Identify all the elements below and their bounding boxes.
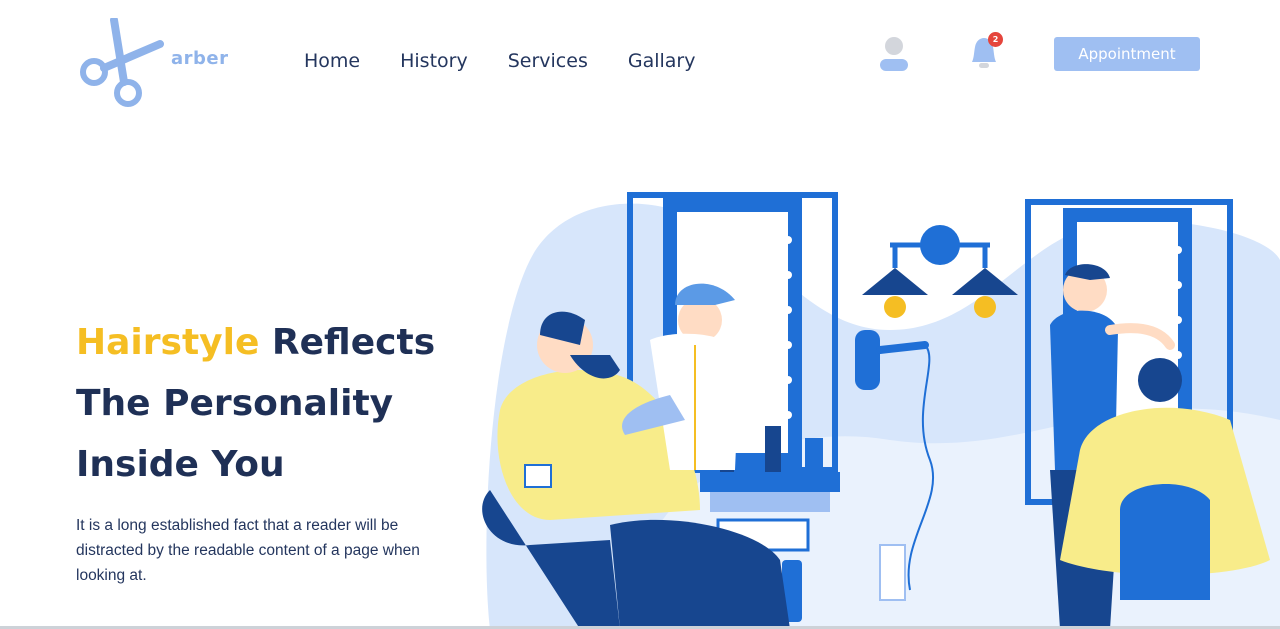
- scissors-icon: [80, 18, 164, 107]
- hero-title-rest: Reflects: [259, 322, 436, 363]
- brand-name: arber: [171, 48, 229, 69]
- hero-title-accent: Hairstyle: [76, 322, 260, 363]
- hero-title-line-2: The Personality: [76, 383, 394, 424]
- hero-title-line-3: Inside You: [76, 444, 285, 485]
- main-nav: Home History Services Gallary: [304, 50, 735, 72]
- user-icon[interactable]: [876, 34, 912, 74]
- appointment-button[interactable]: Appointment: [1054, 37, 1200, 71]
- hero-description: It is a long established fact that a rea…: [76, 517, 420, 584]
- nav-home[interactable]: Home: [304, 50, 360, 72]
- hero-title: Hairstyle Reflects The Personality Insid…: [76, 312, 496, 495]
- notification-badge: 2: [988, 32, 1003, 47]
- brand-logo[interactable]: arber: [80, 18, 240, 108]
- notification-bell[interactable]: 2: [966, 32, 1006, 74]
- nav-gallary[interactable]: Gallary: [628, 50, 696, 72]
- nav-services[interactable]: Services: [508, 50, 588, 72]
- nav-history[interactable]: History: [400, 50, 468, 72]
- barbershop-illustration: [470, 180, 1280, 629]
